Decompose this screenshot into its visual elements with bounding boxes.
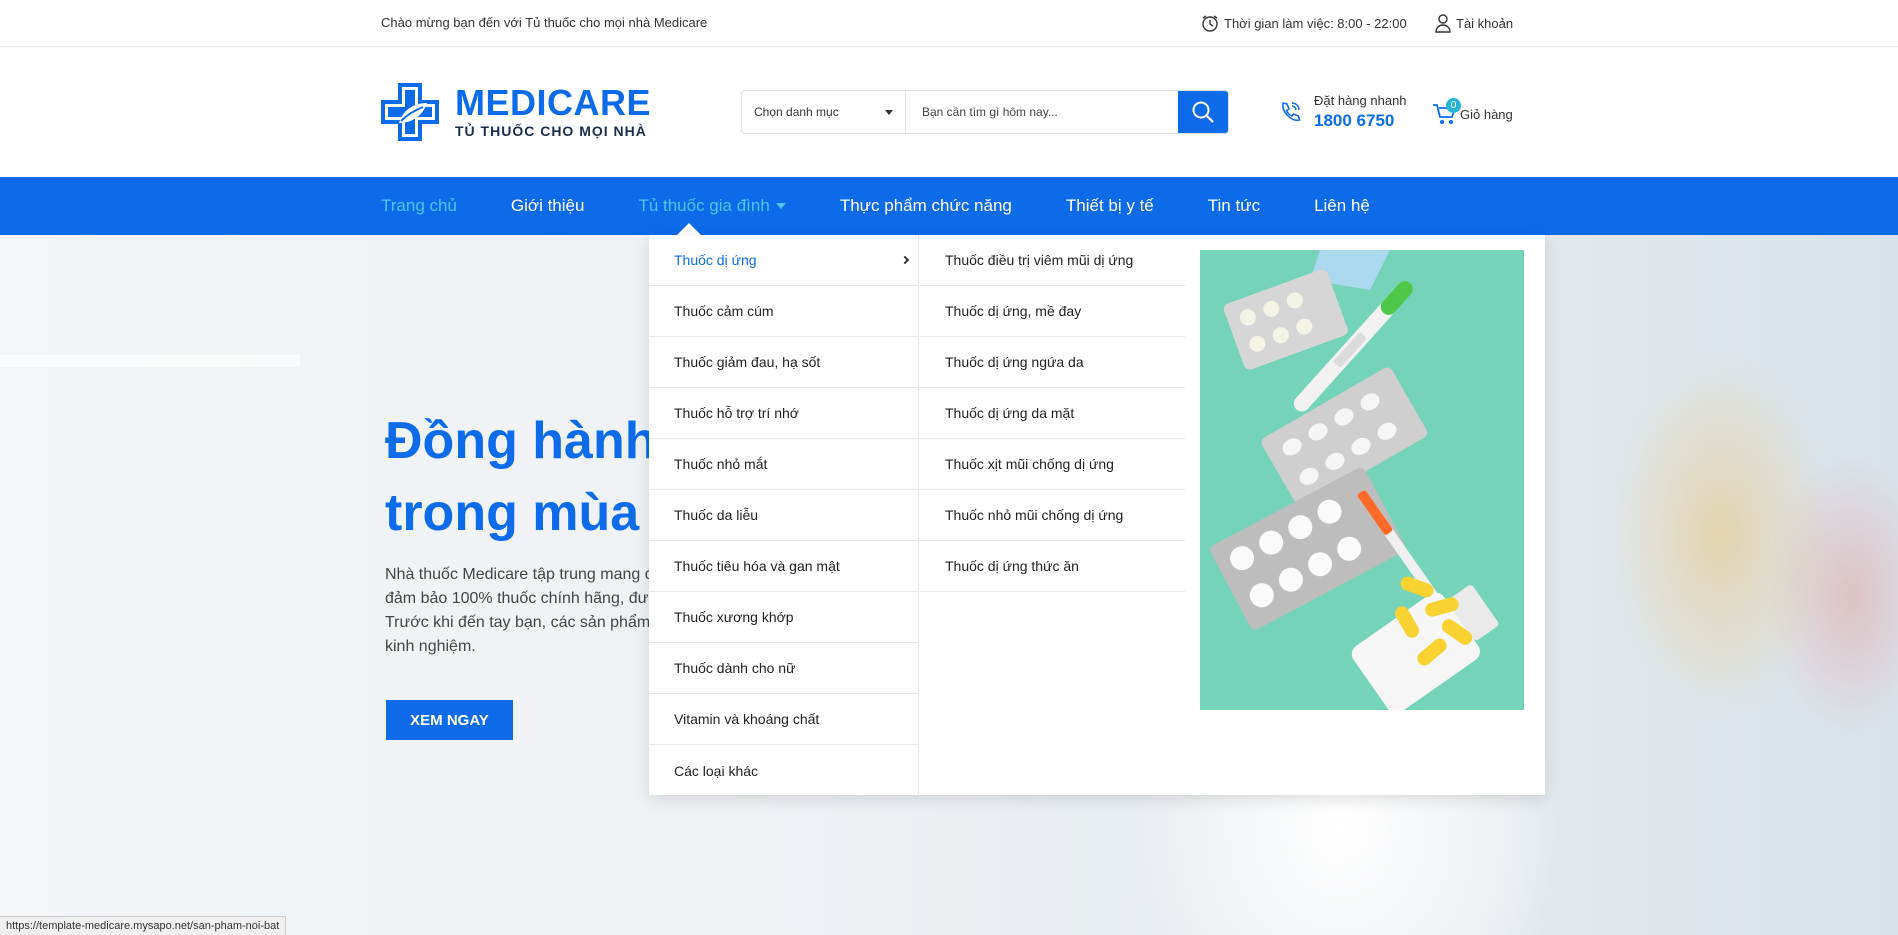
category-item-label: Thuốc dị ứng — [674, 252, 757, 268]
category-select[interactable]: Chọn danh mục — [742, 91, 906, 133]
nav-item-medical-devices[interactable]: Thiết bị y tế — [1066, 196, 1154, 216]
nav-item-home[interactable]: Trang chủ — [381, 196, 457, 216]
cart-count-badge: 0 — [1446, 98, 1461, 113]
nav-item-family-medicine-label: Tủ thuốc gia đình — [638, 196, 770, 215]
search-icon — [1192, 101, 1214, 123]
hero-title: Đồng hành trong mùa d — [385, 405, 685, 549]
subcategory-item[interactable]: Thuốc dị ứng ngứa da — [920, 337, 1185, 388]
nav-item-supplements[interactable]: Thực phẩm chức năng — [840, 196, 1012, 216]
category-item[interactable]: Thuốc da liễu — [649, 490, 918, 541]
hero-title-line2: trong mùa d — [385, 484, 686, 542]
pills-illustration — [1200, 250, 1524, 710]
medical-cross-logo-icon — [381, 83, 439, 141]
logo[interactable]: MEDICARE TỦ THUỐC CHO MỌI NHÀ — [381, 83, 651, 141]
family-medicine-dropdown: Thuốc dị ứng Thuốc cảm cúm Thuốc giảm đa… — [649, 235, 1545, 795]
brand-name: MEDICARE — [455, 82, 652, 123]
account-label: Tài khoản — [1456, 15, 1514, 31]
clock-icon — [1202, 15, 1218, 32]
caret-down-icon — [775, 203, 786, 209]
brand-tagline: TỦ THUỐC CHO MỌI NHÀ — [455, 123, 647, 139]
subcategory-item[interactable]: Thuốc dị ứng thức ăn — [920, 541, 1185, 592]
cart-label: Giỏ hàng — [1460, 106, 1513, 122]
category-item[interactable]: Thuốc cảm cúm — [649, 286, 918, 337]
caret-down-icon — [885, 109, 893, 115]
account-link[interactable]: Tài khoản — [1434, 13, 1513, 33]
category-select-label: Chọn danh mục — [754, 105, 839, 119]
subcategory-item[interactable]: Thuốc xịt mũi chống dị ứng — [920, 439, 1185, 490]
category-item[interactable]: Vitamin và khoáng chất — [649, 694, 918, 745]
subcategory-list: Thuốc điều trị viêm mũi dị ứng Thuốc dị … — [920, 235, 1185, 592]
search-bar: Chọn danh mục — [741, 90, 1229, 134]
search-input[interactable] — [906, 91, 1178, 133]
category-item[interactable]: Thuốc dành cho nữ — [649, 643, 918, 694]
nav-item-news[interactable]: Tin tức — [1208, 196, 1260, 216]
category-item[interactable]: Thuốc tiêu hóa và gan mật — [649, 541, 918, 592]
cart-link[interactable]: 0 Giỏ hàng — [1432, 98, 1513, 126]
welcome-text: Chào mừng bạn đến với Tủ thuốc cho mọi n… — [381, 15, 708, 30]
subcategory-item[interactable]: Thuốc dị ứng da mặt — [920, 388, 1185, 439]
top-bar: Chào mừng bạn đến với Tủ thuốc cho mọi n… — [0, 0, 1898, 47]
chevron-right-icon — [900, 255, 910, 265]
view-now-button[interactable]: XEM NGAY — [386, 700, 513, 740]
browser-status-url: https://template-medicare.mysapo.net/san… — [0, 916, 287, 935]
dropdown-pointer — [677, 223, 701, 235]
category-item-allergy[interactable]: Thuốc dị ứng — [649, 235, 918, 286]
user-icon — [1435, 14, 1451, 33]
category-item[interactable]: Thuốc xương khớp — [649, 592, 918, 643]
subcategory-item[interactable]: Thuốc dị ứng, mề đay — [920, 286, 1185, 337]
nav-item-family-medicine[interactable]: Tủ thuốc gia đình — [638, 196, 786, 216]
category-item[interactable]: Thuốc hỗ trợ trí nhớ — [649, 388, 918, 439]
working-hours: Thời gian làm việc: 8:00 - 22:00 — [1200, 13, 1407, 33]
hotline-label: Đặt hàng nhanh — [1314, 93, 1407, 108]
header: MEDICARE TỦ THUỐC CHO MỌI NHÀ Chọn danh … — [0, 47, 1898, 177]
hero-description: Nhà thuốc Medicare tập trung mang đ đảm … — [385, 566, 663, 655]
hotline[interactable]: Đặt hàng nhanh 1800 6750 — [1278, 93, 1407, 131]
hero-title-line1: Đồng hành — [385, 412, 657, 470]
background-shelf — [0, 355, 300, 367]
phone-icon — [1282, 102, 1301, 122]
category-list: Thuốc dị ứng Thuốc cảm cúm Thuốc giảm đa… — [649, 235, 919, 795]
category-item[interactable]: Thuốc nhỏ mắt — [649, 439, 918, 490]
nav-item-contact[interactable]: Liên hệ — [1314, 196, 1370, 216]
nav-item-about[interactable]: Giới thiệu — [511, 196, 585, 216]
category-item[interactable]: Thuốc giảm đau, hạ sốt — [649, 337, 918, 388]
subcategory-item[interactable]: Thuốc nhỏ mũi chống dị ứng — [920, 490, 1185, 541]
category-item[interactable]: Các loại khác — [649, 745, 918, 796]
search-button[interactable] — [1178, 91, 1228, 133]
subcategory-item[interactable]: Thuốc điều trị viêm mũi dị ứng — [920, 235, 1185, 286]
hotline-number: 1800 6750 — [1314, 111, 1395, 130]
medicine-promo-image[interactable] — [1200, 250, 1524, 710]
main-nav: Trang chủ Giới thiệu Tủ thuốc gia đình T… — [0, 177, 1898, 235]
working-hours-text: Thời gian làm việc: 8:00 - 22:00 — [1224, 15, 1407, 31]
